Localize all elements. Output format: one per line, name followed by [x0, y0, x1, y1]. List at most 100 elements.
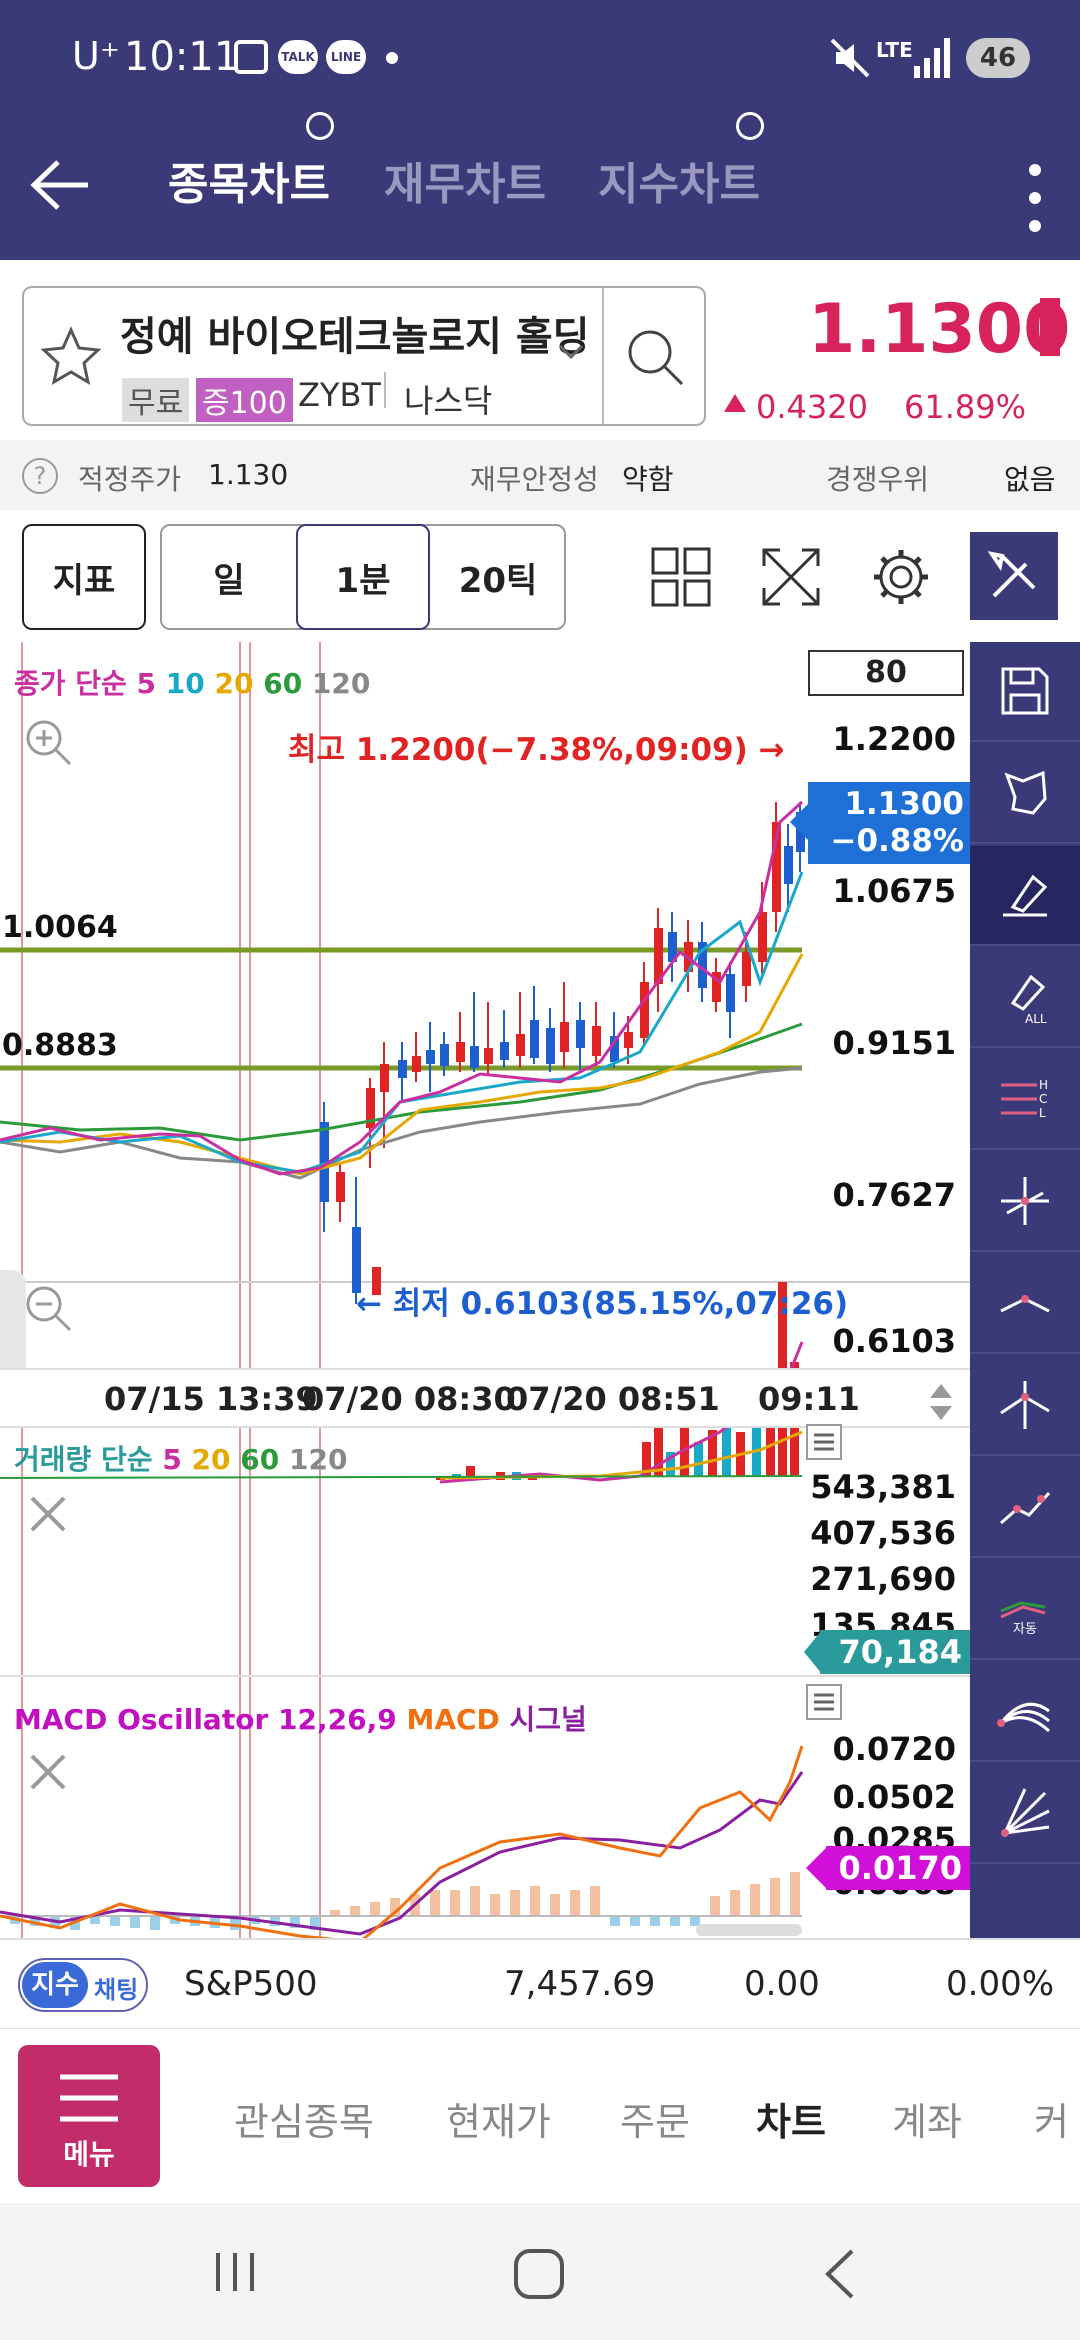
- nav-current-price[interactable]: 현재가: [446, 2091, 551, 2146]
- eraser-all-icon: ALL: [1010, 974, 1047, 1025]
- close-macd-icon[interactable]: [28, 1752, 68, 1792]
- back-icon[interactable]: [820, 2247, 860, 2301]
- candle-body: [336, 1172, 345, 1202]
- macd-bar: [610, 1916, 620, 1926]
- svg-text:C: C: [1039, 1092, 1047, 1106]
- stability-label: 재무안정성: [470, 463, 599, 496]
- zoom-in-icon[interactable]: [22, 716, 74, 768]
- trend-angle-button[interactable]: [970, 1254, 1080, 1354]
- menu-button[interactable]: 메뉴: [18, 2045, 160, 2187]
- candle-body: [426, 1050, 435, 1064]
- macd-legend[interactable]: MACD Oscillator 12,26,9 MACD 시그널: [14, 1698, 587, 1738]
- indicator-button[interactable]: 지표: [22, 524, 146, 630]
- close-volume-icon[interactable]: [28, 1494, 68, 1534]
- tab-financial-chart[interactable]: 재무차트: [384, 148, 546, 212]
- volume-axis-label: 271,690: [810, 1560, 956, 1598]
- axis-scroll-icon[interactable]: [926, 1380, 956, 1424]
- erase-all-button[interactable]: ALL: [970, 948, 1080, 1048]
- eraser-icon: [1003, 874, 1048, 917]
- auto-trendline-button[interactable]: 자동: [970, 1560, 1080, 1660]
- stock-name[interactable]: 정예 바이오테크놀로지 홀딩: [120, 304, 589, 362]
- nav-more[interactable]: 커: [1034, 2091, 1069, 2146]
- fan-icon: [997, 1702, 1051, 1733]
- shape-tool-button[interactable]: [970, 744, 1080, 844]
- volume-legend-ma120: 120: [288, 1443, 348, 1476]
- legend-ma20: 20: [214, 667, 254, 700]
- tab-index-chart[interactable]: 지수차트: [598, 148, 760, 212]
- more-options-icon[interactable]: [1020, 160, 1050, 240]
- period-day-button[interactable]: 일: [162, 526, 296, 628]
- line-icon: LINE: [326, 40, 366, 74]
- macd-menu-icon[interactable]: [806, 1684, 842, 1720]
- hcl-line-button[interactable]: HCL: [970, 1050, 1080, 1150]
- volume-menu-icon[interactable]: [806, 1424, 842, 1460]
- period-tick-button[interactable]: 20틱: [432, 526, 564, 628]
- up-triangle-icon: [724, 394, 746, 412]
- zoom-value-box[interactable]: 80: [808, 650, 964, 696]
- settings-gear-icon[interactable]: [870, 546, 932, 608]
- save-drawing-button[interactable]: [970, 642, 1080, 742]
- eraser-button[interactable]: [970, 846, 1080, 946]
- candle-body: [758, 912, 767, 962]
- trendline-button[interactable]: [970, 1458, 1080, 1558]
- crosshair-button[interactable]: [970, 1152, 1080, 1252]
- candle-body: [516, 1034, 525, 1056]
- help-icon[interactable]: ?: [22, 458, 58, 494]
- low-annotation: ← 최저 0.6103(85.15%,07:26): [356, 1286, 849, 1322]
- cross-line-button[interactable]: [970, 1356, 1080, 1456]
- macd-bar: [630, 1916, 640, 1926]
- price-axis-label: 0.9151: [832, 1024, 956, 1062]
- horizontal-scrollbar[interactable]: [696, 1924, 802, 1936]
- back-arrow-icon[interactable]: [26, 150, 96, 220]
- chevron-down-icon[interactable]: [556, 342, 586, 362]
- macd-current-tag: 0.0170: [826, 1846, 970, 1890]
- fullscreen-icon[interactable]: [760, 546, 822, 608]
- candle-body: [576, 1020, 585, 1048]
- nav-order[interactable]: 주문: [620, 2091, 690, 2146]
- signal-icon: [914, 38, 950, 78]
- volume-legend[interactable]: 거래량 단순 5 20 60 120: [14, 1438, 347, 1478]
- time-label: 07/20 08:51: [506, 1380, 720, 1418]
- star-icon[interactable]: [40, 326, 102, 388]
- macd-bar: [750, 1884, 760, 1916]
- fan-line-button[interactable]: [970, 1662, 1080, 1762]
- candle-body: [624, 1032, 633, 1048]
- grid-layout-icon[interactable]: [650, 546, 712, 608]
- candle-body: [500, 1042, 509, 1060]
- macd-legend-signal: 시그널: [509, 1703, 587, 1736]
- recent-apps-icon[interactable]: [210, 2247, 260, 2297]
- competitive-label: 경쟁우위: [826, 463, 930, 496]
- index-badge[interactable]: 지수: [22, 1962, 88, 2008]
- macd-bar: [650, 1916, 660, 1926]
- tab-stock-chart[interactable]: 종목차트: [168, 148, 330, 212]
- price-legend[interactable]: 종가 단순 5 10 20 60 120: [14, 662, 370, 702]
- index-ticker-bar[interactable]: 지수 채팅 S&P500 7,457.69 0.00 0.00%: [0, 1938, 1080, 2028]
- macd-bar: [790, 1872, 800, 1916]
- period-minute-button[interactable]: 1분: [296, 524, 430, 630]
- bottom-navigation: 메뉴 관심종목 현재가 주문 차트 계좌 커: [0, 2028, 1080, 2203]
- price-change-pct: 61.89%: [904, 388, 1027, 426]
- price-bar-icon: [1040, 298, 1060, 356]
- home-icon[interactable]: [512, 2247, 566, 2301]
- nav-chart[interactable]: 차트: [756, 2091, 826, 2146]
- macd-axis-label: 0.0502: [832, 1778, 956, 1816]
- candle-body: [784, 846, 793, 884]
- candle-body: [380, 1064, 389, 1092]
- nav-watchlist[interactable]: 관심종목: [234, 2091, 374, 2146]
- cross-line-icon: [1000, 1381, 1050, 1429]
- gann-fan-button[interactable]: [970, 1764, 1080, 1864]
- macd-bar: [590, 1886, 600, 1916]
- drawing-tools-button[interactable]: [970, 532, 1058, 620]
- candle-body: [440, 1044, 449, 1066]
- search-icon[interactable]: [620, 322, 690, 392]
- chart-area[interactable]: 종가 단순 5 10 20 60 120 80 최고 1.2200(−7.38%…: [0, 642, 970, 1938]
- chat-badge[interactable]: 채팅: [94, 1970, 138, 2005]
- zoom-out-icon[interactable]: [22, 1282, 74, 1334]
- nav-account[interactable]: 계좌: [892, 2091, 962, 2146]
- network-type: LTE: [876, 38, 913, 62]
- mute-icon: [830, 38, 870, 78]
- macd-legend-osc: MACD Oscillator 12,26,9: [14, 1703, 397, 1736]
- volume-legend-ma20: 20: [191, 1443, 231, 1476]
- current-price: 1.1300: [808, 290, 1071, 369]
- stock-header: 정예 바이오테크놀로지 홀딩 무료 증100 ZYBT 나스닥 1.1300 0…: [0, 260, 1080, 440]
